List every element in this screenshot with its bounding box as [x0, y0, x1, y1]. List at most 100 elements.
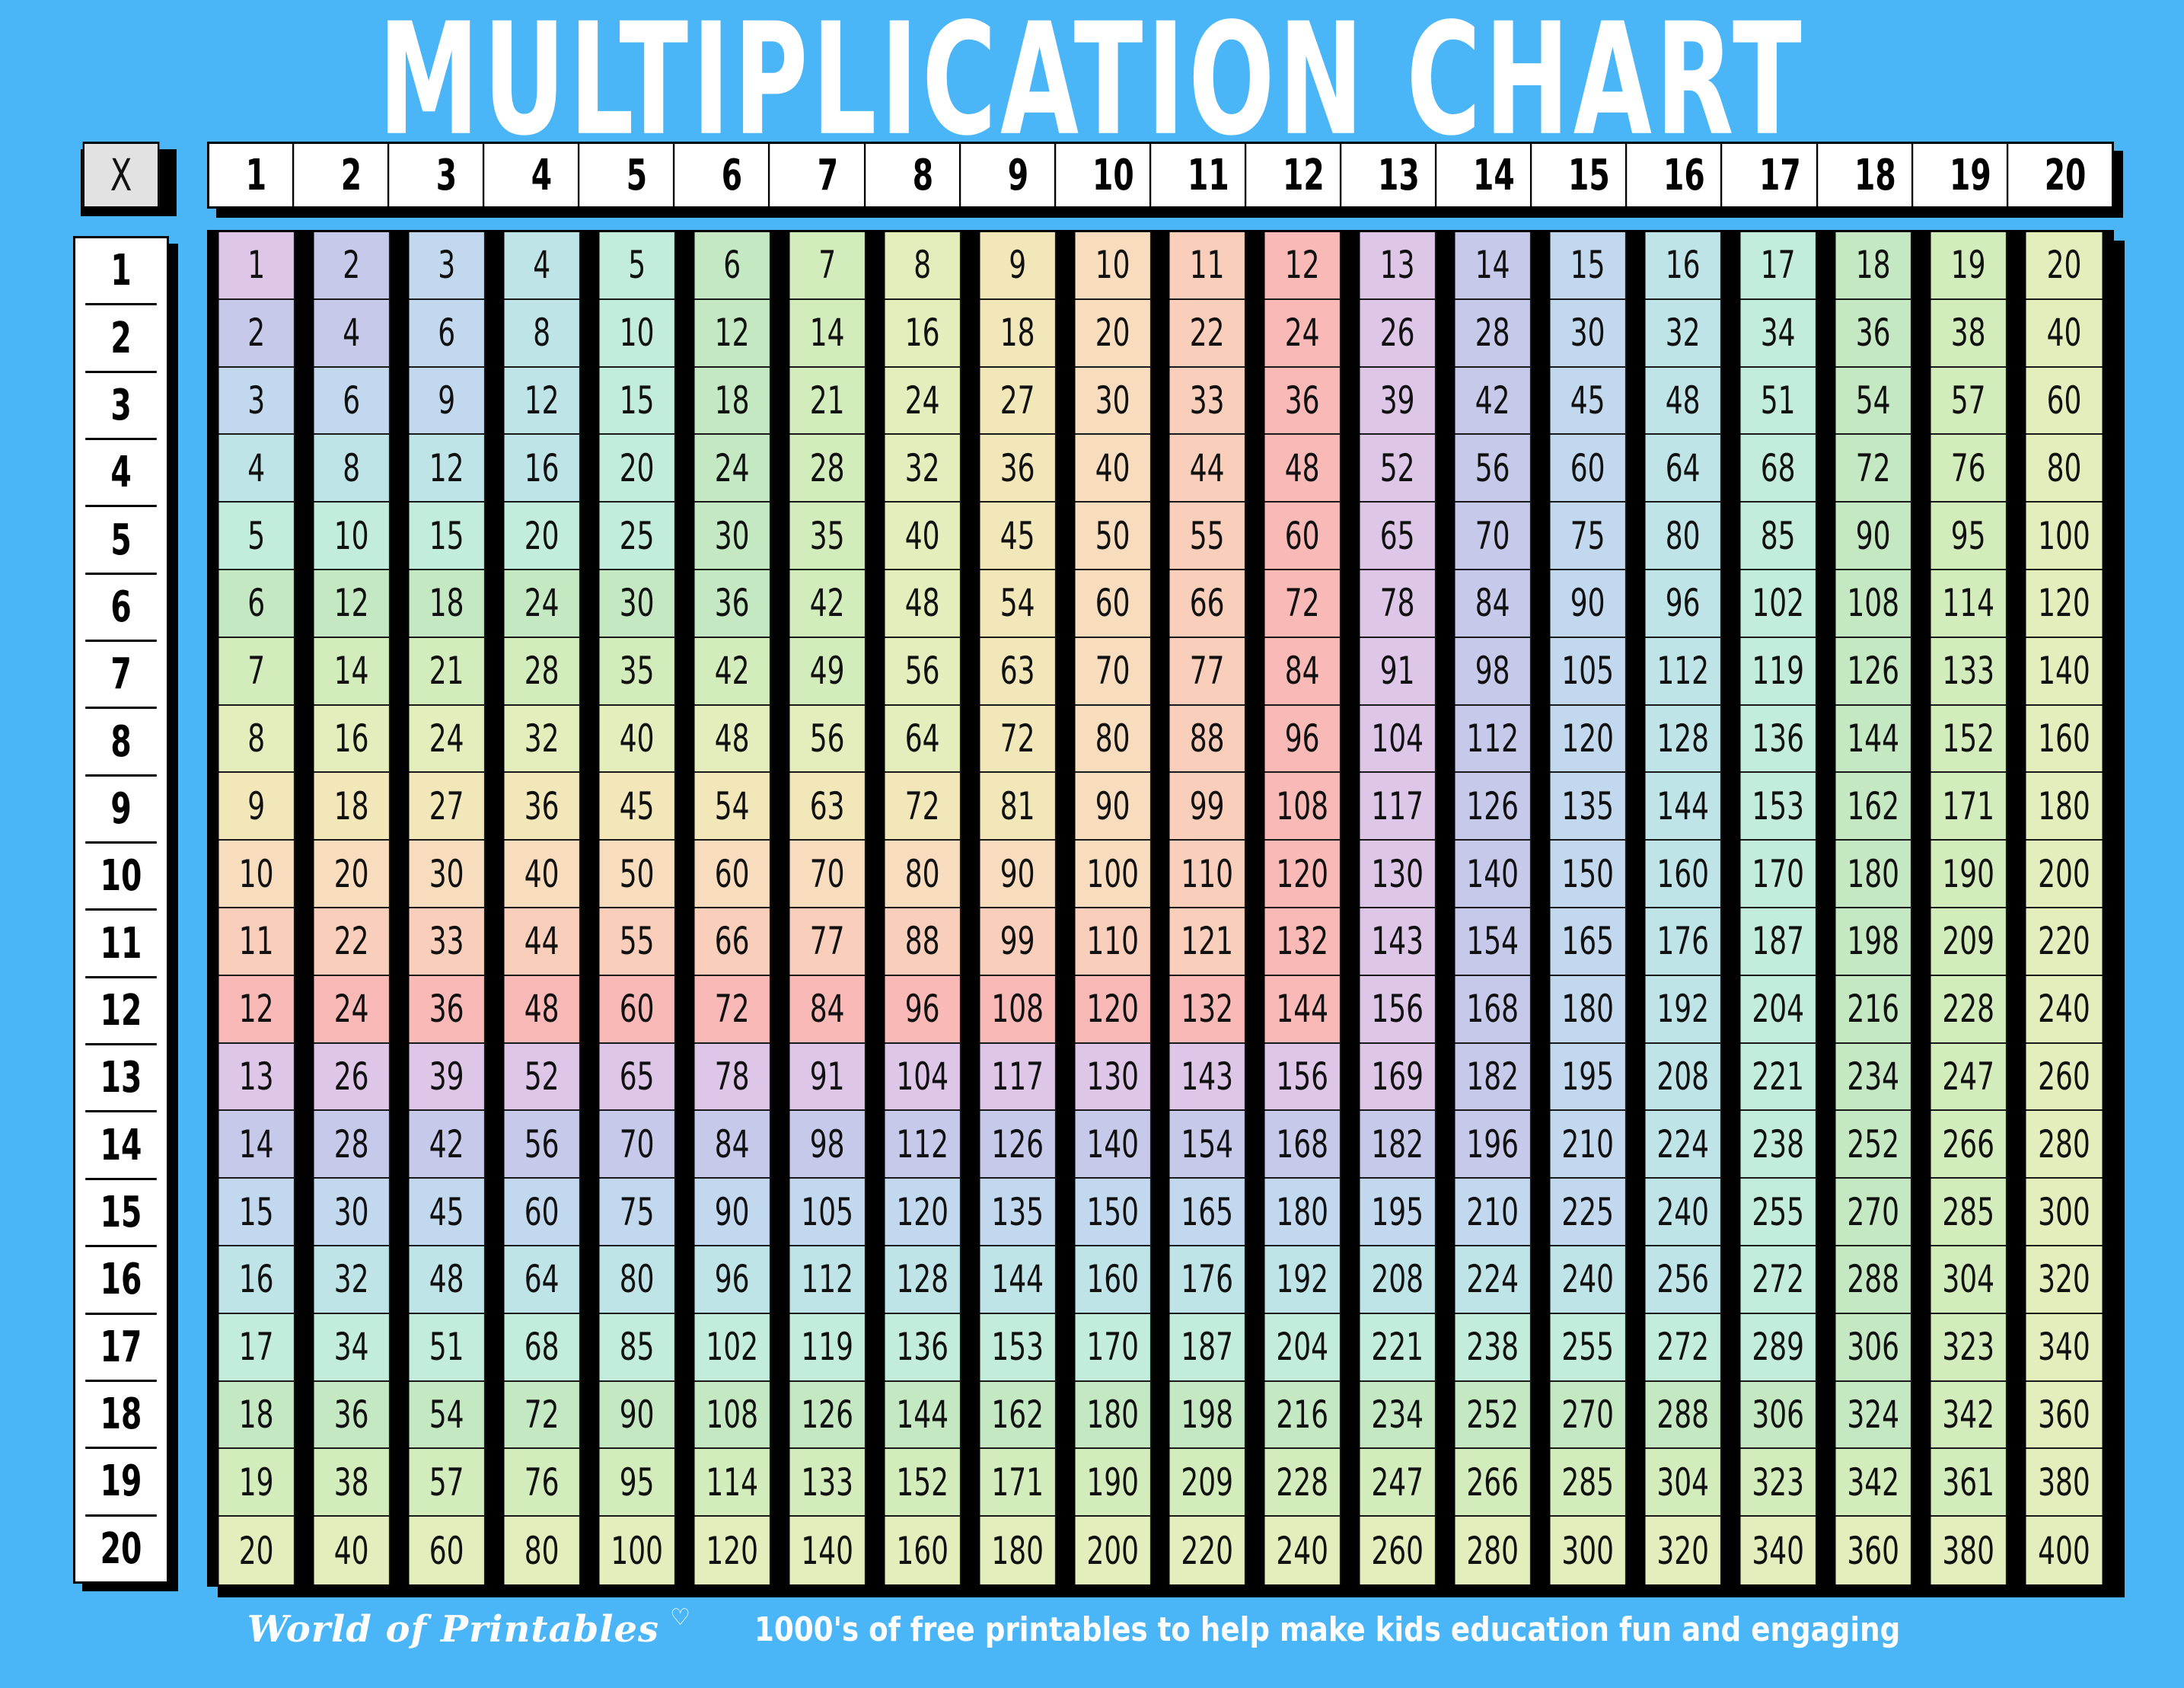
product-cell: 10	[218, 841, 295, 908]
product-cell: 90	[1835, 503, 1912, 570]
brand-name: World of Printables	[247, 1608, 660, 1651]
product-cell: 28	[504, 637, 581, 706]
column-header-5: 5	[601, 144, 675, 206]
product-cell: 225	[1550, 1179, 1627, 1246]
product-cell: 304	[1645, 1449, 1722, 1517]
product-cell: 10	[314, 503, 391, 570]
product-cell: 169	[1360, 1043, 1436, 1112]
product-cell: 165	[1169, 1179, 1246, 1246]
product-cell: 4	[314, 299, 391, 368]
product-cell: 75	[599, 1179, 676, 1246]
product-cell: 60	[504, 1179, 581, 1246]
product-cell: 81	[980, 773, 1057, 841]
product-cell: 306	[1740, 1381, 1817, 1450]
product-cell: 9	[980, 232, 1057, 300]
column-header-13: 13	[1362, 144, 1437, 206]
column-header-9: 9	[981, 144, 1057, 206]
product-cell: 256	[1645, 1246, 1722, 1314]
product-cell: 7	[218, 637, 295, 706]
product-cell: 54	[980, 570, 1057, 638]
product-cell: 70	[789, 841, 866, 908]
product-cell: 22	[314, 908, 391, 976]
product-cell: 48	[694, 705, 771, 774]
product-cell: 56	[789, 705, 866, 774]
product-cell: 16	[314, 705, 391, 774]
product-cell: 40	[504, 841, 581, 908]
page-title: MULTIPLICATION CHART	[378, 0, 1806, 171]
product-cell: 192	[1645, 975, 1722, 1044]
product-cell: 228	[1931, 975, 2007, 1044]
product-cell: 91	[1360, 637, 1436, 706]
product-cell: 66	[1169, 570, 1246, 638]
product-cell: 20	[314, 841, 391, 908]
product-cell: 187	[1169, 1313, 1246, 1382]
row-header-19: 19	[85, 1449, 157, 1517]
product-cell: 24	[504, 570, 581, 638]
product-cell: 121	[1169, 908, 1246, 976]
product-cell: 52	[1360, 435, 1436, 503]
product-cell: 120	[2026, 570, 2103, 638]
product-cell: 270	[1550, 1381, 1627, 1450]
product-cell: 126	[1835, 637, 1912, 706]
product-cell: 65	[1360, 503, 1436, 570]
column-header-8: 8	[886, 144, 961, 206]
column-header-3: 3	[410, 144, 485, 206]
product-cell: 80	[1075, 705, 1151, 774]
product-cell: 117	[1360, 773, 1436, 841]
product-cell: 209	[1931, 908, 2007, 976]
product-cell: 162	[1835, 773, 1912, 841]
product-cell: 70	[1455, 503, 1532, 570]
product-cell: 44	[1169, 435, 1246, 503]
product-cell: 240	[2026, 975, 2103, 1044]
product-cell: 135	[980, 1179, 1057, 1246]
product-cell: 77	[1169, 637, 1246, 706]
product-cell: 48	[504, 975, 581, 1044]
product-cell: 42	[789, 570, 866, 638]
column-header-6: 6	[696, 144, 770, 206]
product-cell: 112	[885, 1111, 961, 1179]
product-cell: 99	[980, 908, 1057, 976]
product-cell: 112	[1645, 637, 1722, 706]
product-cell: 220	[1169, 1517, 1246, 1584]
product-cell: 78	[694, 1043, 771, 1112]
product-cell: 15	[1550, 232, 1627, 300]
product-cell: 16	[1645, 232, 1722, 300]
product-cell: 140	[1455, 841, 1532, 908]
product-cell: 170	[1740, 841, 1817, 908]
product-cell: 153	[1740, 773, 1817, 841]
footer-tagline: 1000's of free printables to help make k…	[754, 1610, 1901, 1649]
product-cell: 140	[2026, 637, 2103, 706]
product-cell: 360	[1835, 1517, 1912, 1584]
product-cell: 224	[1645, 1111, 1722, 1179]
product-cell: 7	[789, 232, 866, 300]
product-cell: 196	[1455, 1111, 1532, 1179]
product-cell: 40	[1075, 435, 1151, 503]
product-cell: 320	[2026, 1246, 2103, 1314]
row-header-strip-wrapper: 1 2 3 4 5 6 7 8 9 10 11 12 13 14 15 16 17 18 19 20	[73, 236, 178, 1591]
product-cell: 30	[409, 841, 486, 908]
product-cell: 34	[1740, 299, 1817, 368]
column-header-strip-wrapper: 1 2 3 4 5 6 7 8 9 10 11 12 13 14 15 16 17 18 19 20	[207, 142, 2123, 218]
product-cell: 280	[2026, 1111, 2103, 1179]
product-cell: 126	[980, 1111, 1057, 1179]
product-cell: 72	[980, 705, 1057, 774]
product-cell: 160	[1075, 1246, 1151, 1314]
product-cell: 42	[1455, 367, 1532, 436]
product-cell: 176	[1169, 1246, 1246, 1314]
product-cell: 25	[599, 503, 676, 570]
product-cell: 76	[504, 1449, 581, 1517]
product-cell: 108	[980, 975, 1057, 1044]
product-cell: 272	[1645, 1313, 1722, 1382]
row-header-11: 11	[85, 911, 157, 978]
row-header-18: 18	[85, 1381, 157, 1450]
product-cell: 20	[504, 503, 581, 570]
product-cell: 36	[409, 975, 486, 1044]
product-cell: 38	[1931, 299, 2007, 368]
product-cell: 2	[218, 299, 295, 368]
product-cell: 240	[1264, 1517, 1341, 1584]
product-cell: 17	[1740, 232, 1817, 300]
product-cell: 228	[1264, 1449, 1341, 1517]
product-cell: 108	[694, 1381, 771, 1450]
product-cell: 204	[1740, 975, 1817, 1044]
product-cell: 247	[1931, 1043, 2007, 1112]
